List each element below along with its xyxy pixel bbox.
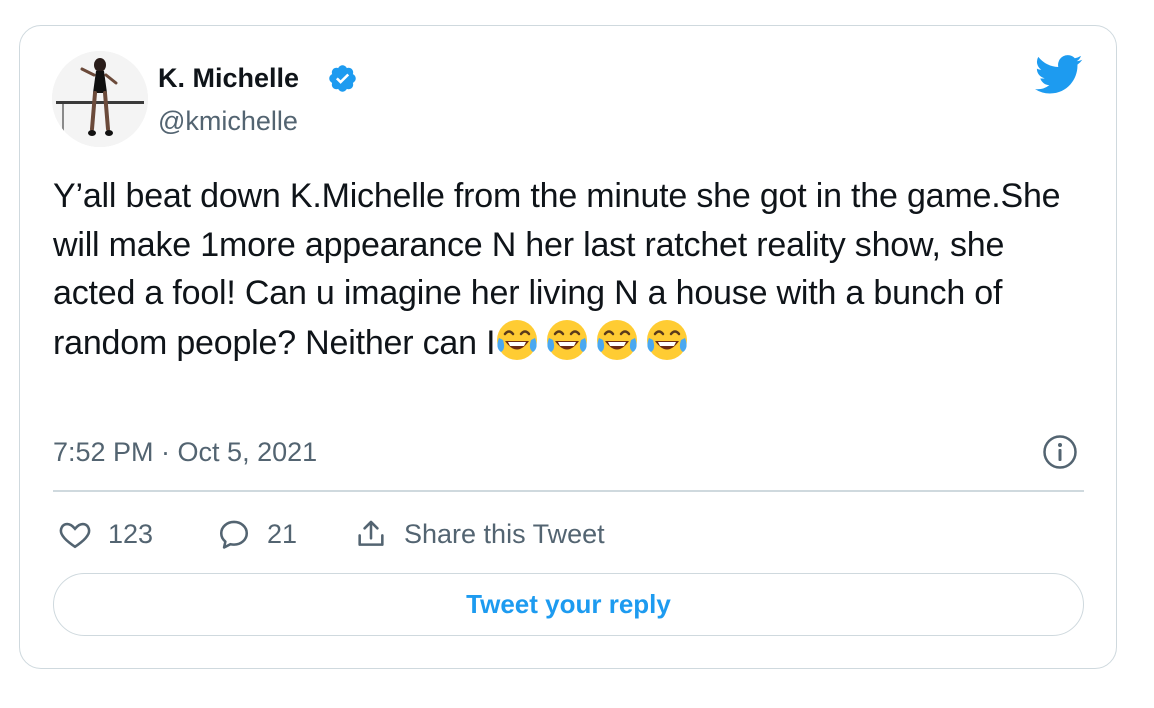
twitter-bird-icon[interactable] <box>1034 55 1084 95</box>
verified-badge-icon <box>327 63 358 94</box>
avatar-image <box>52 51 148 147</box>
tears-of-joy-emoji-icon <box>545 318 589 362</box>
reply-button[interactable]: 21 <box>217 513 297 555</box>
tears-of-joy-emoji-icon <box>595 318 639 362</box>
tears-of-joy-emoji-icon <box>495 318 539 362</box>
heart-icon <box>59 522 91 549</box>
like-button[interactable]: 123 <box>58 513 153 555</box>
share-label: Share this Tweet <box>404 518 605 549</box>
tweet-text: Y’all beat down K.Michelle from the minu… <box>53 172 1083 367</box>
like-count: 123 <box>108 518 154 549</box>
share-upload-icon <box>358 520 384 546</box>
author-display-name[interactable]: K. Michelle <box>158 60 299 96</box>
author-avatar[interactable] <box>52 51 148 147</box>
info-icon[interactable] <box>1042 434 1078 470</box>
tweet-your-reply-button[interactable]: Tweet your reply <box>53 573 1084 636</box>
speech-bubble-icon <box>219 520 249 549</box>
tweet-timestamp[interactable]: 7:52 PM · Oct 5, 2021 <box>53 434 317 470</box>
share-button[interactable]: Share this Tweet <box>354 513 605 555</box>
reply-count: 21 <box>267 518 298 549</box>
author-handle[interactable]: @kmichelle <box>158 103 298 139</box>
tears-of-joy-emoji-icon <box>645 318 689 362</box>
divider <box>53 490 1084 492</box>
